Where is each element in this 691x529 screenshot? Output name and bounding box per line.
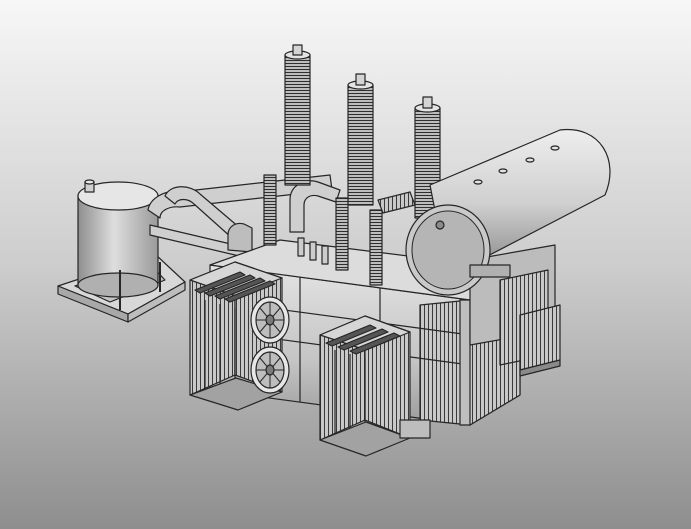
cad-viewport[interactable]	[0, 0, 691, 529]
transformer-model	[57, 44, 611, 457]
